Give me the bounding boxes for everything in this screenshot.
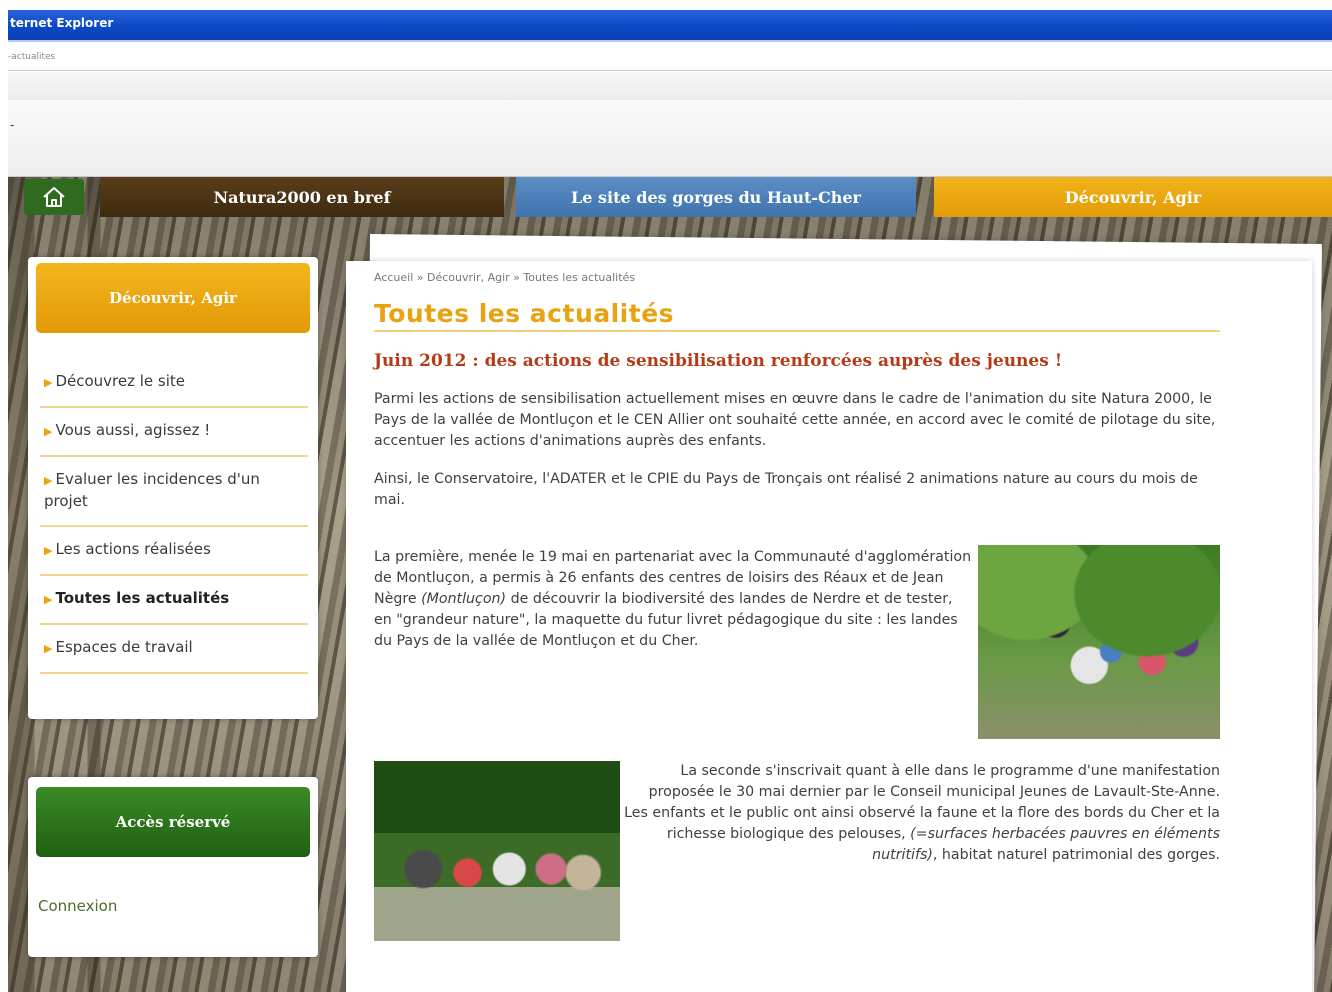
home-icon bbox=[43, 187, 65, 207]
arrow-right-icon: ▶ bbox=[44, 544, 53, 557]
sidebar-item-label: Découvrez le site bbox=[55, 372, 186, 390]
sidebar-item-label: Evaluer les incidences d'un projet bbox=[44, 470, 260, 510]
window-title: ternet Explorer bbox=[10, 16, 114, 30]
sidebar-item-label: Vous aussi, agissez ! bbox=[55, 421, 211, 439]
article-title: Juin 2012 : des actions de sensibilisati… bbox=[374, 351, 1063, 371]
main-navigation: Natura2000 en bref Le site des gorges du… bbox=[8, 177, 1332, 219]
text: , habitat naturel patrimonial des gorges… bbox=[932, 847, 1220, 863]
paragraph-seconde: La seconde s'inscrivait quant à elle dan… bbox=[624, 761, 1220, 866]
sidebar-item-actions[interactable]: ▶ Les actions réalisées bbox=[40, 527, 308, 576]
tab-decouvrir-agir[interactable]: Découvrir, Agir bbox=[934, 177, 1332, 217]
sidebar-menu-card: Découvrir, Agir ▶ Découvrez le site ▶ Vous… bbox=[28, 257, 318, 719]
group-photo bbox=[374, 761, 620, 941]
paragraph-intro: Parmi les actions de sensibilisation act… bbox=[374, 391, 1216, 449]
sidebar-item-incidences[interactable]: ▶ Evaluer les incidences d'un projet bbox=[40, 457, 308, 527]
paragraph-animations: Ainsi, le Conservatoire, l'ADATER et le … bbox=[374, 471, 1198, 508]
breadcrumb: Accueil » Découvrir, Agir » Toutes les a… bbox=[374, 271, 636, 284]
page-title: Toutes les actualités bbox=[374, 299, 1220, 332]
sidebar-item-espaces[interactable]: ▶ Espaces de travail bbox=[40, 625, 308, 674]
sidebar-item-actualites[interactable]: ▶ Toutes les actualités bbox=[40, 576, 308, 625]
restricted-access-card: Accès réservé Connexion bbox=[28, 777, 318, 957]
arrow-right-icon: ▶ bbox=[44, 376, 53, 389]
address-text: -actualites bbox=[8, 52, 56, 62]
arrow-right-icon: ▶ bbox=[44, 593, 53, 606]
access-heading: Accès réservé bbox=[36, 787, 310, 857]
arrow-right-icon: ▶ bbox=[44, 642, 53, 655]
arrow-right-icon: ▶ bbox=[44, 425, 53, 438]
arrow-right-icon: ▶ bbox=[44, 474, 53, 487]
children-activity-photo bbox=[978, 545, 1220, 739]
login-link[interactable]: Connexion bbox=[38, 897, 117, 915]
browser-command-bar: - bbox=[8, 100, 1332, 177]
main-content: Accueil » Découvrir, Agir » Toutes les a… bbox=[346, 261, 1312, 992]
browser-toolbar bbox=[8, 72, 1332, 101]
sidebar-heading: Découvrir, Agir bbox=[36, 263, 310, 333]
home-button[interactable] bbox=[24, 179, 84, 215]
text-emphasis: (Montluçon) bbox=[421, 591, 507, 607]
sidebar-item-label: Espaces de travail bbox=[55, 638, 193, 656]
page-viewport: Natura2000 en bref Le site des gorges du… bbox=[8, 177, 1332, 992]
browser-title-bar: ternet Explorer bbox=[0, 0, 1332, 44]
sidebar-item-agissez[interactable]: ▶ Vous aussi, agissez ! bbox=[40, 408, 308, 457]
tab-natura2000-en-bref[interactable]: Natura2000 en bref bbox=[100, 177, 504, 217]
sidebar-item-label: Toutes les actualités bbox=[55, 589, 230, 607]
sidebar-item-decouvrez[interactable]: ▶ Découvrez le site bbox=[40, 359, 308, 408]
title-bar-strip: ternet Explorer bbox=[8, 10, 1332, 42]
toolbar-dash-icon: - bbox=[10, 118, 15, 132]
tab-site-gorges[interactable]: Le site des gorges du Haut-Cher bbox=[516, 177, 916, 217]
address-bar[interactable]: -actualites bbox=[8, 48, 1332, 71]
paragraph-premiere: La première, menée le 19 mai en partenar… bbox=[374, 547, 974, 652]
sidebar-menu: ▶ Découvrez le site ▶ Vous aussi, agissez … bbox=[40, 359, 308, 674]
sidebar-item-label: Les actions réalisées bbox=[55, 540, 211, 558]
